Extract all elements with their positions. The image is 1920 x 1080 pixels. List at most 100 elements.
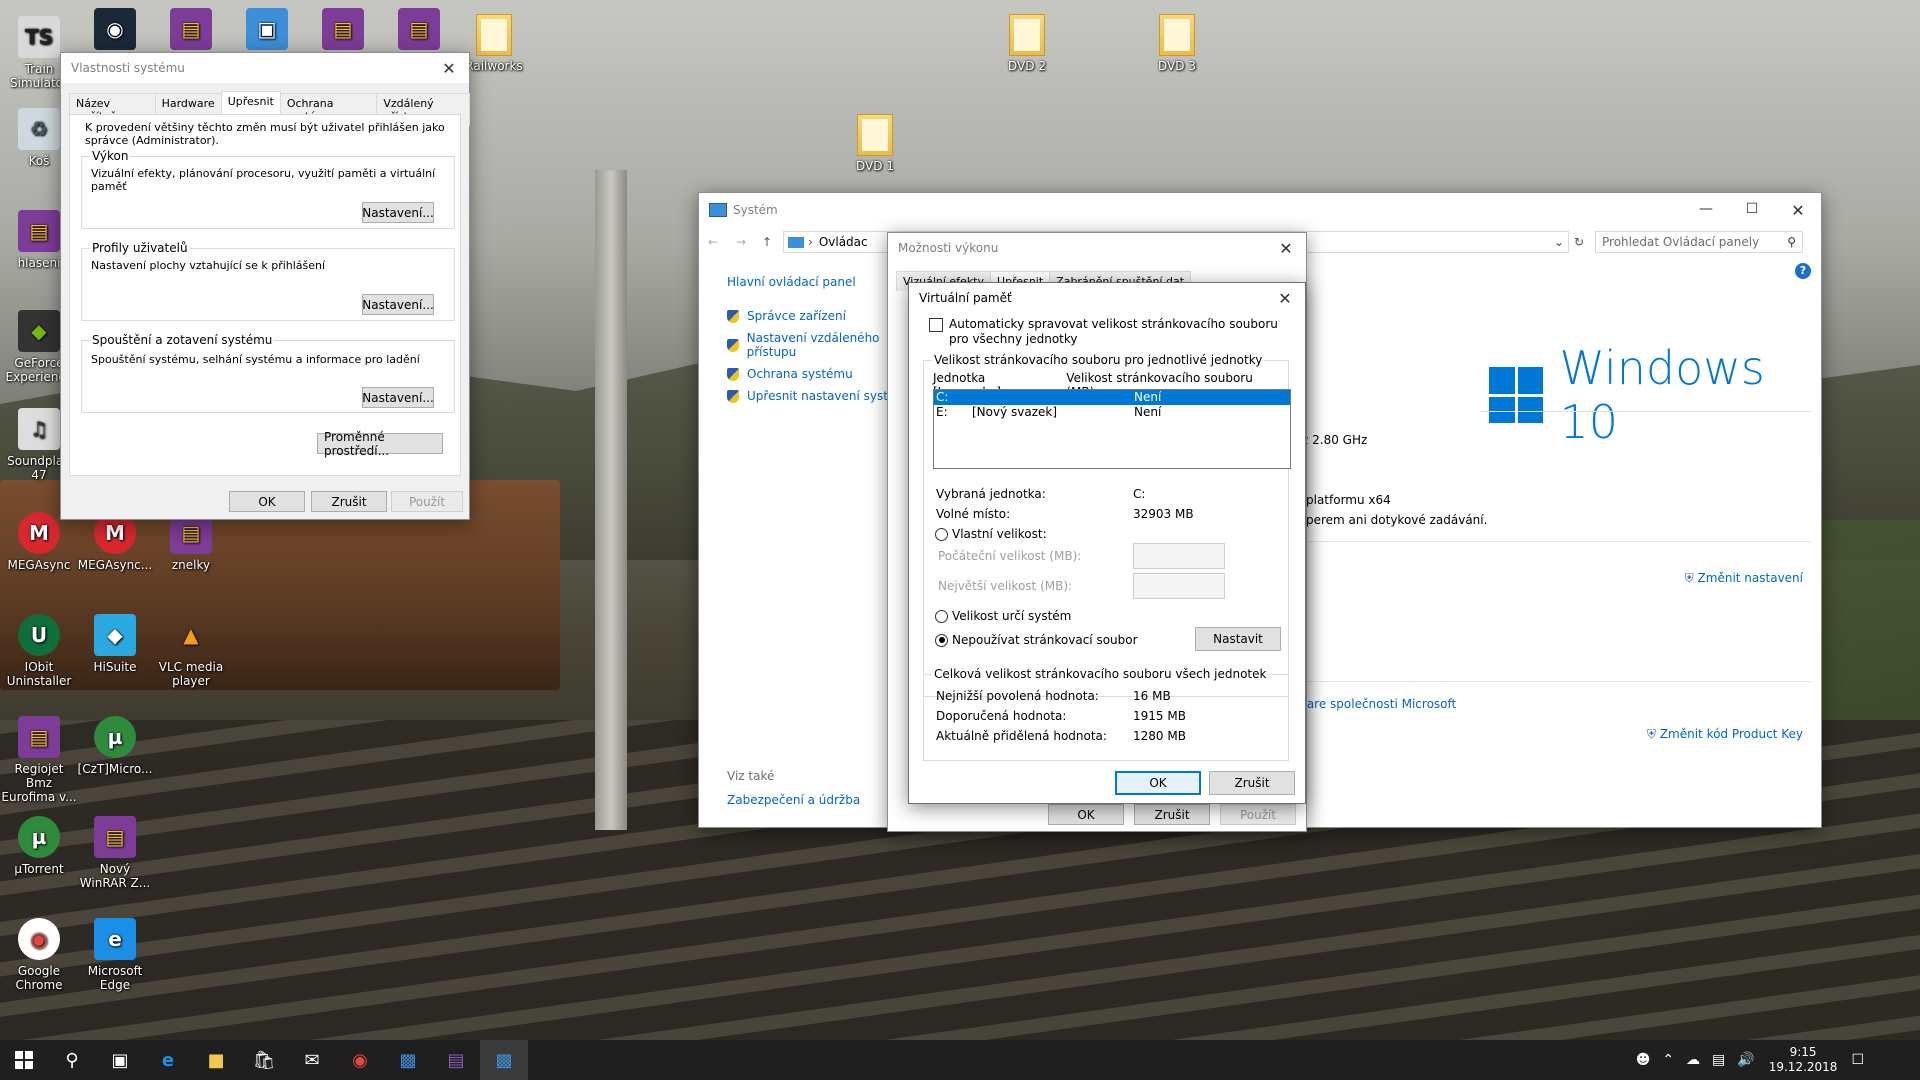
close-button[interactable]: ✕ <box>1265 283 1305 313</box>
task-view-button[interactable]: ▣ <box>96 1040 144 1080</box>
network-icon[interactable]: ▤ <box>1706 1052 1731 1068</box>
drive-row[interactable]: E: [Nový svazek] Není <box>934 405 1290 420</box>
search-box[interactable]: Prohledat Ovládací panely ⚲ <box>1595 231 1803 253</box>
chrome-icon[interactable]: ◉ Google Chrome <box>0 918 78 992</box>
iobit-icon[interactable]: U IObit Uninstaller <box>0 614 78 688</box>
folder-glyph <box>476 14 512 56</box>
edge-icon[interactable]: e Microsoft Edge <box>76 918 154 992</box>
virtual-memory-dialog: Virtuální paměť ✕ Automaticky spravovat … <box>908 282 1306 804</box>
dvd2-folder-icon[interactable]: DVD 2 <box>988 14 1066 73</box>
utorrent-icon[interactable]: µ µTorrent <box>0 816 78 876</box>
custom-size-option[interactable]: Vlastní velikost: <box>935 527 1047 541</box>
edge-glyph: e <box>94 918 136 960</box>
vlc-glyph: ▲ <box>183 623 199 647</box>
taskbar-chrome[interactable]: ◉ <box>336 1040 384 1080</box>
system-managed-option[interactable]: Velikost určí systém <box>935 609 1071 623</box>
custom-size-radio[interactable] <box>935 527 948 541</box>
taskbar-edge[interactable]: e <box>144 1040 192 1080</box>
megasync-icon[interactable]: M MEGAsync <box>0 512 78 572</box>
up-arrow-icon[interactable]: ↑ <box>755 235 779 249</box>
custom-size-label: Vlastní velikost: <box>952 527 1047 541</box>
drive-list[interactable]: C: Není E: [Nový svazek] Není <box>933 389 1291 469</box>
desktop-icon-label: DVD 2 <box>1008 59 1046 73</box>
change-key-link[interactable]: ⛨ Změnit kód Product Key <box>1647 727 1803 742</box>
system-managed-radio[interactable] <box>935 609 948 623</box>
vmem-cancel-button[interactable]: Zrušit <box>1209 771 1295 795</box>
windows-flag-icon <box>1489 367 1544 423</box>
czt-micro-icon[interactable]: µ [CzT]Micro... <box>76 716 154 776</box>
max-size-input[interactable] <box>1133 573 1225 599</box>
store-icon: 🛍 <box>252 1049 276 1071</box>
drive-letter: C: <box>936 390 949 404</box>
drive-row[interactable]: C: Není <box>934 390 1290 405</box>
dvd1-folder-icon[interactable]: DVD 1 <box>836 114 914 173</box>
drive-label: [Nový svazek] <box>972 405 1058 419</box>
people-icon[interactable]: ☻ <box>1630 1052 1657 1068</box>
clock[interactable]: 9:15 19.12.2018 <box>1761 1045 1846 1075</box>
tray-chevron-icon[interactable]: ⌃ <box>1656 1052 1680 1068</box>
security-link[interactable]: Zabezpečení a údržba <box>727 793 860 807</box>
vlc-icon[interactable]: ▲ VLC media player <box>152 614 230 688</box>
winrar-icon-3[interactable]: ▤ <box>380 8 458 54</box>
taskbar-mail[interactable]: ✉ <box>288 1040 336 1080</box>
onedrive-icon[interactable]: ☁ <box>1680 1052 1706 1068</box>
winrar-icon-1[interactable]: ▤ <box>152 8 230 54</box>
startup-settings-button[interactable]: Nastavení... <box>362 387 434 408</box>
change-settings-link[interactable]: ⛨ Změnit nastavení <box>1685 571 1803 586</box>
network-icon[interactable]: ▣ <box>228 8 306 54</box>
taskbar-explorer[interactable]: ■ <box>192 1040 240 1080</box>
no-paging-radio[interactable] <box>935 633 948 647</box>
znelky-icon[interactable]: ▤ znelky <box>152 512 230 572</box>
iobit-glyph: U <box>18 614 60 656</box>
ms-license-link[interactable]: ware společnosti Microsoft <box>1297 697 1456 711</box>
perfopts-cancel-button[interactable]: Zrušit <box>1134 804 1210 825</box>
change-key-label: Změnit kód Product Key <box>1659 727 1803 741</box>
close-button[interactable]: ✕ <box>1775 201 1821 220</box>
dvd3-folder-icon[interactable]: DVD 3 <box>1138 14 1216 73</box>
breadcrumb[interactable]: Ovládac <box>819 235 868 249</box>
system-properties-dialog: Vlastnosti systému ✕ Název počítačeHardw… <box>60 52 470 520</box>
maximize-button[interactable]: ☐ <box>1729 201 1775 220</box>
steam-icon[interactable]: ◉ <box>76 8 154 54</box>
mega-glyph: M <box>18 512 60 554</box>
back-arrow-icon[interactable]: ← <box>699 235 727 249</box>
auto-manage-checkbox[interactable] <box>929 318 943 332</box>
volume-icon[interactable]: 🔊 <box>1731 1052 1760 1068</box>
refresh-icon[interactable]: ↻ <box>1569 235 1589 249</box>
minimize-button[interactable]: — <box>1683 201 1729 220</box>
performance-settings-button[interactable]: Nastavení... <box>362 202 434 223</box>
initial-size-input[interactable] <box>1133 543 1225 569</box>
taskbar-system-props[interactable]: ▩ <box>480 1040 528 1080</box>
no-paging-option[interactable]: Nepoužívat stránkovací soubor <box>935 633 1138 647</box>
vmem-ok-button[interactable]: OK <box>1115 771 1201 795</box>
startup-desc: Spouštění systému, selhání systému a inf… <box>91 353 420 366</box>
forward-arrow-icon[interactable]: → <box>727 235 755 249</box>
perfopts-ok-button[interactable]: OK <box>1048 804 1124 825</box>
free-space-label: Volné místo: <box>936 507 1011 521</box>
perfopts-apply-button[interactable]: Použít <box>1220 804 1296 825</box>
close-button[interactable]: ✕ <box>1266 233 1306 263</box>
address-dropdown-icon[interactable]: ⌄ <box>1550 235 1568 249</box>
close-button[interactable]: ✕ <box>429 53 469 83</box>
auto-manage-row[interactable]: Automaticky spravovat velikost stránkova… <box>929 317 1285 347</box>
sysprops-apply-button[interactable]: Použít <box>391 491 463 512</box>
system-title: Systém <box>733 203 778 217</box>
hisuite-icon[interactable]: ◆ HiSuite <box>76 614 154 674</box>
start-button[interactable] <box>0 1040 48 1080</box>
help-icon[interactable]: ? <box>1795 263 1811 279</box>
set-button[interactable]: Nastavit <box>1195 627 1281 651</box>
regiojet-icon[interactable]: ▤ Regiojet Bmz Eurofima v... <box>0 716 78 804</box>
notifications-icon[interactable]: ☐ <box>1845 1052 1870 1068</box>
sysprops-ok-button[interactable]: OK <box>229 491 305 512</box>
taskbar-store[interactable]: 🛍 <box>240 1040 288 1080</box>
megasync-2-icon[interactable]: M MEGAsync... <box>76 512 154 572</box>
search-button[interactable]: ⚲ <box>48 1040 96 1080</box>
winrar-icon-2[interactable]: ▤ <box>304 8 382 54</box>
profiles-settings-button[interactable]: Nastavení... <box>362 294 434 315</box>
taskbar-control-panel[interactable]: ▩ <box>384 1040 432 1080</box>
sysprops-cancel-button[interactable]: Zrušit <box>311 491 387 512</box>
environment-variables-button[interactable]: Proměnné prostředí... <box>317 430 443 458</box>
new-winrar-icon[interactable]: ▤ Nový WinRAR Z... <box>76 816 154 890</box>
allocated-value: 1280 MB <box>1133 729 1186 743</box>
taskbar-winrar[interactable]: ▤ <box>432 1040 480 1080</box>
